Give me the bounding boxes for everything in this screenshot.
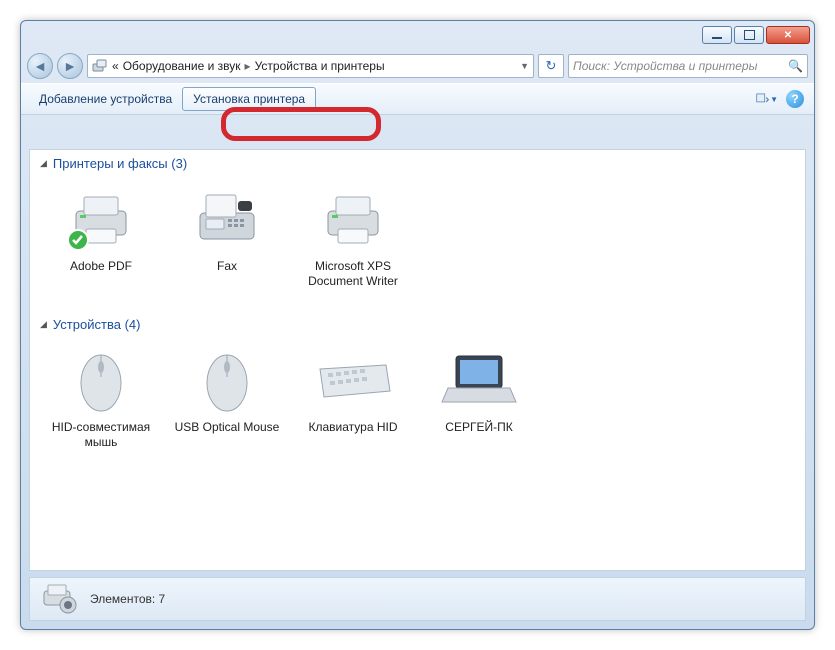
back-button[interactable]: ◄ bbox=[27, 53, 53, 79]
bc-prefix: « bbox=[112, 59, 119, 73]
mouse-icon bbox=[61, 344, 141, 416]
chevron-right-icon: ▸ bbox=[245, 59, 251, 73]
maximize-button[interactable] bbox=[734, 26, 764, 44]
mouse-icon bbox=[187, 344, 267, 416]
device-label: СЕРГЕЙ-ПК bbox=[418, 420, 540, 435]
device-label: USB Optical Mouse bbox=[166, 420, 288, 435]
device-label: HID-совместимая мышь bbox=[40, 420, 162, 450]
add-device-button[interactable]: Добавление устройства bbox=[29, 88, 182, 110]
nav-row: ◄ ► « Оборудование и звук ▸ Устройства и… bbox=[21, 49, 814, 83]
minimize-button[interactable] bbox=[702, 26, 732, 44]
device-item[interactable]: Клавиатура HID bbox=[290, 340, 416, 458]
statusbar: Элементов: 7 bbox=[29, 577, 806, 621]
refresh-icon: ↻ bbox=[546, 58, 557, 74]
printer-icon bbox=[61, 183, 141, 255]
default-check-icon bbox=[67, 229, 89, 251]
devices-grid: HID-совместимая мышь USB Optical Mouse К… bbox=[30, 334, 805, 472]
group-count: (4) bbox=[125, 317, 141, 332]
keyboard-icon bbox=[313, 344, 393, 416]
laptop-icon bbox=[439, 344, 519, 416]
group-title: Принтеры и факсы bbox=[53, 156, 168, 171]
group-header-printers[interactable]: ◢ Принтеры и факсы (3) bbox=[30, 150, 805, 173]
breadcrumb-dropdown-icon[interactable]: ▼ bbox=[520, 61, 529, 71]
status-text: Элементов: 7 bbox=[90, 592, 165, 606]
explorer-window: ◄ ► « Оборудование и звук ▸ Устройства и… bbox=[20, 20, 815, 630]
device-item[interactable]: Microsoft XPS Document Writer bbox=[290, 179, 416, 297]
view-options-button[interactable]: ▼ bbox=[756, 88, 778, 110]
status-icon bbox=[40, 581, 80, 617]
search-input[interactable]: Поиск: Устройства и принтеры 🔍 bbox=[568, 54, 808, 78]
group-count: (3) bbox=[171, 156, 187, 171]
group-header-devices[interactable]: ◢ Устройства (4) bbox=[30, 311, 805, 334]
search-icon: 🔍 bbox=[788, 59, 803, 73]
close-button[interactable] bbox=[766, 26, 810, 44]
device-label: Fax bbox=[166, 259, 288, 274]
device-label: Adobe PDF bbox=[40, 259, 162, 274]
printers-grid: Adobe PDF Fax bbox=[30, 173, 805, 311]
add-printer-button[interactable]: Установка принтера bbox=[182, 87, 316, 111]
device-item[interactable]: Fax bbox=[164, 179, 290, 297]
refresh-button[interactable]: ↻ bbox=[538, 54, 564, 78]
collapse-icon: ◢ bbox=[40, 319, 47, 330]
forward-button[interactable]: ► bbox=[57, 53, 83, 79]
device-item[interactable]: Adobe PDF bbox=[38, 179, 164, 297]
device-label: Клавиатура HID bbox=[292, 420, 414, 435]
device-item[interactable]: HID-совместимая мышь bbox=[38, 340, 164, 458]
collapse-icon: ◢ bbox=[40, 158, 47, 169]
titlebar bbox=[21, 21, 814, 49]
search-placeholder: Поиск: Устройства и принтеры bbox=[573, 59, 757, 73]
help-button[interactable]: ? bbox=[784, 88, 806, 110]
breadcrumb[interactable]: « Оборудование и звук ▸ Устройства и при… bbox=[87, 54, 534, 78]
toolbar: Добавление устройства Установка принтера… bbox=[21, 83, 814, 115]
device-item[interactable]: СЕРГЕЙ-ПК bbox=[416, 340, 542, 458]
fax-icon bbox=[187, 183, 267, 255]
content-area: ◢ Принтеры и факсы (3) Adobe PDF bbox=[29, 149, 806, 571]
bc-current[interactable]: Устройства и принтеры bbox=[255, 59, 385, 73]
device-label: Microsoft XPS Document Writer bbox=[292, 259, 414, 289]
devices-icon bbox=[92, 58, 108, 74]
device-item[interactable]: USB Optical Mouse bbox=[164, 340, 290, 458]
group-title: Устройства bbox=[53, 317, 121, 332]
printer-icon bbox=[313, 183, 393, 255]
bc-parent[interactable]: Оборудование и звук bbox=[123, 59, 241, 73]
